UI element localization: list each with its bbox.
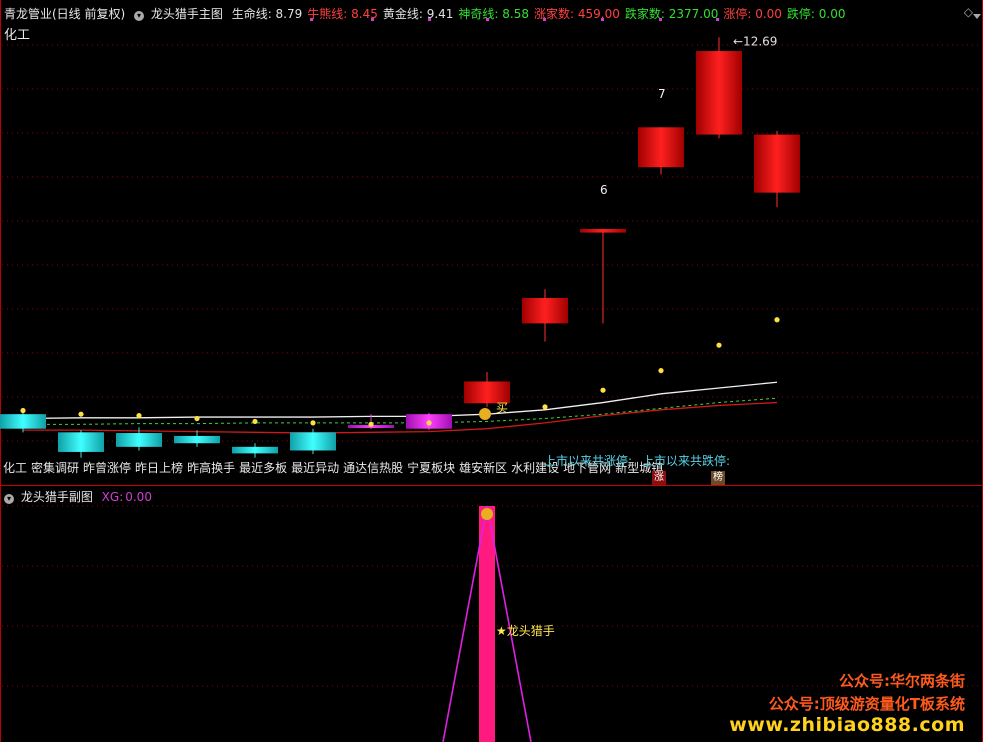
badge-up[interactable]: 涨: [652, 471, 666, 485]
white-line: [22, 381, 778, 420]
concept-tag-2[interactable]: 昨曾涨停: [83, 461, 131, 475]
concept-tag-6[interactable]: 最近异动: [291, 461, 339, 475]
candle-3: [174, 430, 220, 447]
marker-dot: [428, 18, 431, 21]
candle-body: [0, 414, 46, 429]
overlay-up-text: 上市以来共涨停:: [544, 454, 633, 468]
candle-9: [522, 289, 568, 342]
candle-13: [754, 130, 800, 208]
money-bag-icon: [481, 508, 493, 520]
top-markers: [310, 18, 719, 21]
candle-10: [580, 228, 626, 324]
candle-body: [464, 381, 510, 404]
concept-tag-9[interactable]: 雄安新区: [459, 461, 507, 475]
marker-dot: [371, 18, 374, 21]
yellow-dot: [20, 407, 26, 414]
concept-tag-1[interactable]: 密集调研: [31, 461, 79, 475]
yellow-dot: [542, 404, 548, 410]
limit-count-6: 6: [600, 183, 608, 197]
candle-body: [522, 297, 568, 324]
yellow-dot: [78, 411, 84, 417]
candles: [0, 37, 800, 458]
signal-label: ★龙头猎手: [496, 624, 555, 638]
watermark-url: www.zhibiao888.com: [729, 714, 965, 736]
watermark-line2: 公众号:顶级游资量化T板系统: [768, 695, 965, 713]
candle-body: [638, 127, 684, 168]
green-dashed-line: [23, 397, 778, 425]
candle-1: [58, 430, 104, 458]
yellow-dot: [600, 387, 606, 393]
badge-list[interactable]: 榜: [711, 471, 725, 485]
candle-11: [638, 127, 684, 175]
concept-tag-5[interactable]: 最近多板: [239, 461, 287, 475]
candle-body: [290, 432, 336, 451]
yellow-dots: [20, 317, 780, 427]
candle-body: [116, 433, 162, 447]
yellow-dot: [658, 367, 664, 374]
candle-body: [580, 228, 626, 233]
high-price-label: ←12.69: [733, 34, 777, 48]
concept-tag-0[interactable]: 化工: [3, 461, 27, 475]
concept-tag-7[interactable]: 通达信热股: [343, 461, 403, 475]
concept-tag-3[interactable]: 昨日上榜: [135, 461, 183, 475]
signal-bar: [479, 506, 495, 742]
yellow-dot: [368, 421, 374, 427]
money-bag-icon: [479, 408, 491, 420]
candle-body: [58, 432, 104, 452]
yellow-dot: [426, 420, 432, 426]
marker-dot: [716, 18, 719, 21]
marker-dot: [601, 18, 604, 21]
yellow-dot: [252, 418, 258, 425]
yellow-dot: [716, 342, 722, 348]
candle-body: [232, 446, 278, 454]
concept-tag-4[interactable]: 昨高换手: [187, 461, 235, 475]
candle-body: [754, 134, 800, 193]
candle-5: [290, 428, 336, 455]
watermark-line1: 公众号:华尔两条街: [839, 672, 965, 690]
yellow-dot: [194, 415, 200, 422]
yellow-dot: [774, 317, 780, 323]
marker-dot: [543, 18, 546, 21]
yellow-dot: [136, 413, 142, 419]
main-chart[interactable]: ←12.69 6 7 买: [0, 0, 983, 485]
buy-label: 买: [496, 401, 508, 415]
concept-tag-8[interactable]: 宁夏板块: [407, 461, 455, 475]
candle-body: [174, 435, 220, 444]
candle-body: [696, 51, 742, 135]
candle-12: [696, 37, 742, 139]
marker-dot: [310, 18, 313, 21]
marker-dot: [486, 18, 489, 21]
overlay-down-text: 上市以来共跌停:: [642, 454, 731, 468]
yellow-dot: [310, 420, 316, 426]
marker-dot: [659, 18, 662, 21]
limit-count-7: 7: [658, 87, 666, 101]
candle-4: [232, 443, 278, 458]
